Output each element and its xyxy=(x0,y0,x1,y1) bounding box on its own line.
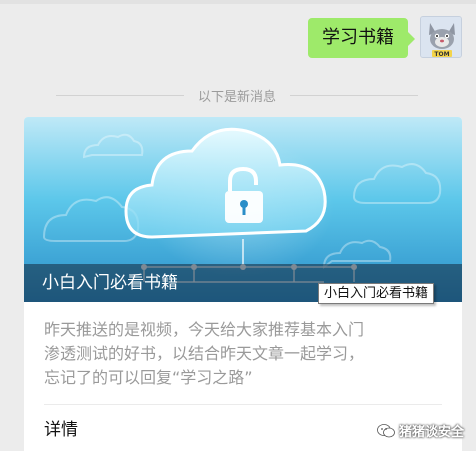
avatar-caption: TOM xyxy=(434,51,449,58)
cat-avatar-icon: TOM xyxy=(421,17,461,58)
outgoing-message-row: 学习书籍 TOM xyxy=(308,16,462,58)
article-digest: 昨天推送的是视频，今天给大家推荐基本入门 渗透测试的好书，以结合昨天文章一起学习… xyxy=(24,302,462,390)
divider-line-right xyxy=(290,94,419,96)
article-cover-image[interactable]: 小白入门必看书籍 xyxy=(24,117,462,302)
cover-title-tooltip: 小白入门必看书籍 xyxy=(318,283,435,304)
divider-line-left xyxy=(56,94,184,96)
digest-line: 忘记了的可以回复“学习之路” xyxy=(44,368,253,387)
new-messages-label: 以下是新消息 xyxy=(198,89,277,105)
digest-line: 昨天推送的是视频，今天给大家推荐基本入门 xyxy=(44,320,365,339)
watermark-text: 猪猪谈安全 xyxy=(398,425,464,440)
digest-line: 渗透测试的好书，以结合昨天文章一起学习， xyxy=(44,344,365,363)
outgoing-message-bubble[interactable]: 学习书籍 xyxy=(308,18,415,58)
wechat-icon xyxy=(377,423,395,437)
user-avatar[interactable]: TOM xyxy=(420,16,462,58)
account-watermark: 猪猪谈安全 xyxy=(377,421,464,440)
new-messages-divider: 以下是新消息 xyxy=(56,84,419,106)
top-divider xyxy=(0,0,476,4)
